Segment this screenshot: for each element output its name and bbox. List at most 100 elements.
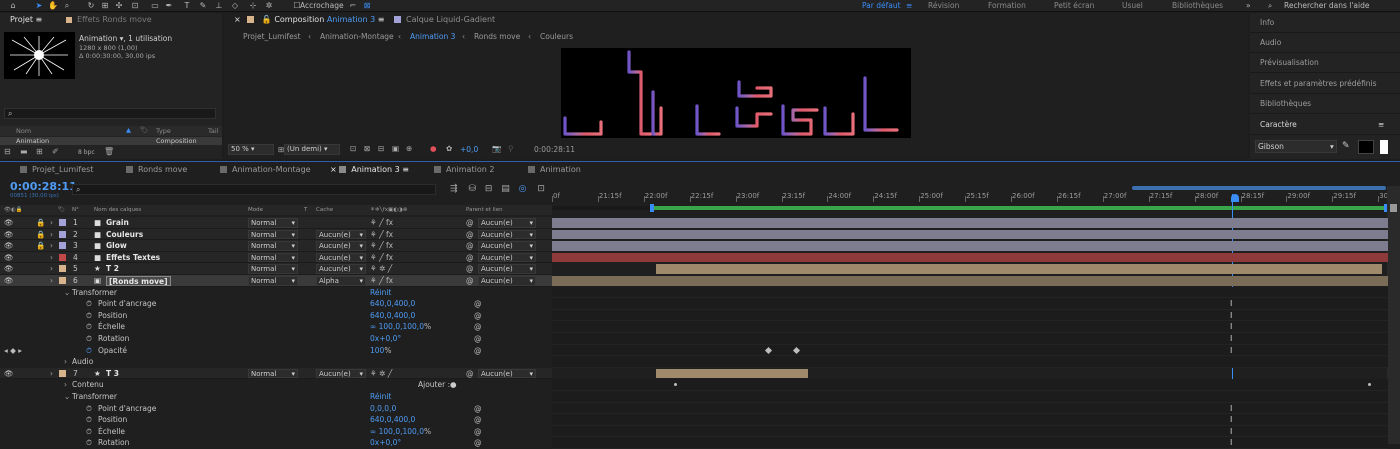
layer-row[interactable]: 👁 🔒 › 1 ■ Grain Normal ▾ ⚘ ╱ fx @ Aucun(e) ▾	[0, 217, 552, 229]
pickwhip-icon[interactable]: @	[466, 275, 474, 286]
property-row[interactable]: ⏱ Échelle ∞ 100,0,100,0% @	[0, 425, 552, 438]
brush-tool-icon[interactable]: ✎	[198, 1, 208, 10]
layer-switches-icon[interactable]: ⚘ ╱ fx	[370, 229, 393, 240]
workspace-active[interactable]: Par défaut	[862, 0, 901, 12]
cache-dropdown[interactable]: Alpha ▾	[316, 276, 366, 286]
layer-row[interactable]: 👁 › 6 ▣ [Ronds move] Normal ▾ Alpha ▾ ⚘ ╱ fx @ Au…	[0, 275, 552, 287]
visibility-icon[interactable]: 👁	[4, 217, 14, 228]
layer-switches-icon[interactable]: ⚘ ╱ fx	[370, 217, 393, 228]
exposure-value[interactable]: +0,0	[460, 145, 478, 154]
mode-dropdown[interactable]: Normal ▾	[248, 241, 298, 251]
tab-ronds-move[interactable]: Ronds move	[126, 162, 187, 177]
layer-duration-bar[interactable]	[552, 241, 1388, 251]
mode-dropdown[interactable]: Normal ▾	[248, 218, 298, 228]
property-value[interactable]: ∞ 100,0,100,0%	[370, 321, 431, 332]
property-row[interactable]: ⏱ Position 640,0,400,0 @	[0, 414, 552, 426]
property-value-text[interactable]: 100,0,100,0	[379, 322, 424, 331]
frame-blending-icon[interactable]: ▤	[501, 184, 510, 194]
zoom-dropdown[interactable]: 50 % ▾	[228, 144, 274, 155]
parent-dropdown[interactable]: Aucun(e) ▾	[478, 264, 536, 274]
visibility-icon[interactable]: 👁	[4, 229, 14, 240]
panel-libraries[interactable]: Bibliothèques	[1250, 94, 1400, 114]
mode-dropdown[interactable]: Normal ▾	[248, 264, 298, 274]
label-color-icon[interactable]	[59, 253, 66, 261]
expand-icon[interactable]: ›	[50, 229, 53, 240]
expand-icon[interactable]: ›	[50, 263, 53, 274]
trash-icon[interactable]: 🗑	[104, 147, 114, 156]
layer-name[interactable]: T 3	[106, 368, 119, 379]
project-row[interactable]: Animation Composition	[0, 137, 222, 145]
keyframe-icon[interactable]	[792, 346, 801, 354]
monitor-icon[interactable]: ▣	[392, 144, 399, 153]
snapshot-icon[interactable]: 📷	[492, 144, 501, 153]
group-row[interactable]: › Audio	[0, 356, 552, 368]
breadcrumb-item[interactable]: Ronds move	[474, 30, 520, 44]
property-row[interactable]: ⏱ Rotation 0x+0,0° @	[0, 437, 552, 449]
audio-group[interactable]: Audio	[72, 356, 93, 367]
sort-icon[interactable]: ▲	[126, 126, 131, 134]
col-layer-name[interactable]: Nom des calques	[94, 205, 141, 215]
search-help-input[interactable]: Rechercher dans l'aide	[1284, 0, 1369, 12]
lock-icon[interactable]: 🔒	[36, 217, 45, 228]
fill-color-swatch[interactable]	[1358, 140, 1374, 154]
col-parent[interactable]: Parent et lien	[466, 205, 503, 215]
group-row[interactable]: ⌄ Transformer Réinit	[0, 391, 552, 403]
close-icon[interactable]: ×	[330, 165, 339, 174]
font-family-dropdown[interactable]: Gibson ▾	[1255, 140, 1337, 153]
keyframe-navigator[interactable]: ◂ ◆ ▸	[4, 345, 22, 356]
breadcrumb-item[interactable]: Couleurs	[540, 30, 573, 44]
reset-link[interactable]: Réinit	[370, 287, 391, 298]
tab-animation-3[interactable]: × Animation 3 ≡	[330, 162, 409, 177]
breadcrumb-item[interactable]: Animation-Montage	[320, 30, 394, 44]
col-cache[interactable]: Cache	[316, 205, 333, 215]
pen-tool-icon[interactable]: ✒	[164, 1, 174, 10]
effects-tab[interactable]: Effets Ronds move	[62, 13, 152, 27]
zoom-tool-icon[interactable]: ⌕	[62, 1, 72, 10]
panel-menu-icon[interactable]: ≡	[378, 15, 385, 24]
home-icon[interactable]: ⌂	[8, 1, 18, 10]
transform-group[interactable]: Transformer	[72, 287, 117, 298]
layer-switches-icon[interactable]: ⚘ ╱ fx	[370, 252, 393, 263]
add-icon[interactable]: ●	[450, 379, 457, 390]
label-color-icon[interactable]	[59, 242, 66, 250]
layer-name[interactable]: T 2	[106, 263, 119, 274]
layer-name[interactable]: Couleurs	[106, 229, 143, 240]
pickwhip-icon[interactable]: @	[466, 229, 474, 240]
layer-duration-bar[interactable]	[656, 368, 808, 379]
pickwhip-icon[interactable]: @	[466, 263, 474, 274]
visibility-icon[interactable]: 👁	[4, 368, 14, 379]
cache-dropdown[interactable]: Aucun(e) ▾	[316, 252, 366, 263]
guides-icon[interactable]: ⊕	[406, 144, 412, 153]
visibility-icon[interactable]: 👁	[4, 240, 14, 251]
layer-row[interactable]: 👁 🔒 › 3 ■ Glow Normal ▾ Aucun(e) ▾ ⚘ ╱ fx @ Aucun(…	[0, 240, 552, 252]
property-value[interactable]: 640,0,400,0	[370, 298, 415, 309]
parent-dropdown[interactable]: Aucun(e) ▾	[478, 276, 536, 286]
label-col-icon[interactable]: 🏷	[58, 205, 65, 215]
expand-icon[interactable]: ›	[50, 217, 53, 228]
expression-pickwhip-icon[interactable]: @	[474, 333, 482, 344]
expand-icon[interactable]: ›	[50, 275, 53, 286]
mode-dropdown[interactable]: Normal ▾	[248, 276, 298, 286]
snap-option-icon[interactable]: ⌐	[348, 1, 358, 10]
property-value[interactable]: 640,0,400,0	[370, 414, 415, 425]
expand-icon[interactable]: ›	[50, 252, 53, 263]
property-row[interactable]: ◂ ◆ ▸ ⏱ Opacité 100% @	[0, 344, 552, 357]
stopwatch-icon[interactable]: ⏱	[86, 333, 92, 344]
stopwatch-icon[interactable]: ⏱	[86, 298, 92, 309]
property-value[interactable]: 640,0,400,0	[370, 310, 415, 321]
stopwatch-icon[interactable]: ⏱	[86, 310, 92, 321]
col-mode[interactable]: Mode	[248, 205, 263, 215]
reset-link[interactable]: Réinit	[370, 391, 391, 402]
resolution-dropdown[interactable]: (Un demi) ▾	[284, 144, 340, 155]
parent-dropdown[interactable]: Aucun(e) ▾	[478, 241, 536, 251]
group-row[interactable]: › Contenu Ajouter : ●	[0, 379, 552, 391]
workspace-usuel[interactable]: Usuel	[1122, 0, 1143, 12]
transform-group[interactable]: Transformer	[72, 391, 117, 402]
eraser-tool-icon[interactable]: ◇	[230, 1, 240, 10]
panel-info[interactable]: Info	[1250, 13, 1400, 33]
expression-pickwhip-icon[interactable]: @	[474, 403, 482, 414]
stopwatch-icon[interactable]: ⏱	[86, 426, 92, 437]
expand-icon[interactable]: ⌄	[64, 287, 70, 298]
settings-icon[interactable]: ✐	[52, 147, 59, 156]
cache-dropdown[interactable]: Aucun(e) ▾	[316, 264, 366, 274]
